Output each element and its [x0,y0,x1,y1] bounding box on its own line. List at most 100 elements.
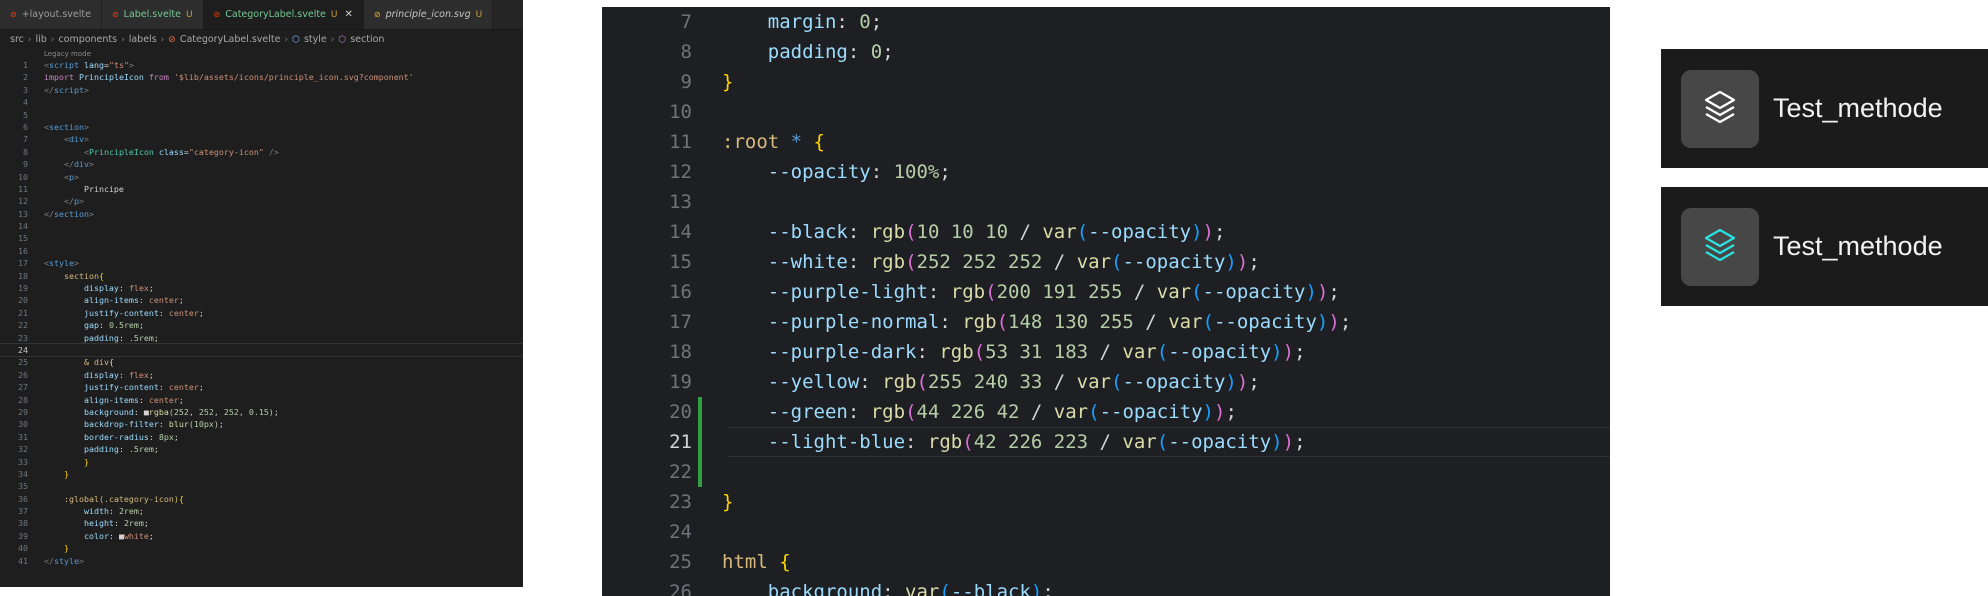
code-token: var [1168,311,1203,333]
code-line[interactable]: 25 html { [602,547,1610,577]
line-number: 14 [669,221,692,243]
editor-tab[interactable]: ⊘ principle_icon.svg U [363,0,494,29]
code-line[interactable]: 20 align-items: center; [0,294,523,306]
code-line[interactable]: 4 [0,96,523,108]
code-line[interactable]: 31 border-radius: 8px; [0,431,523,443]
code-token: ; [1294,431,1306,453]
code-line[interactable]: 15 --white: rgb(252 252 252 / var(--opac… [602,247,1610,277]
code-line[interactable]: 13 </section> [0,208,523,220]
breadcrumb-item[interactable]: lib [35,34,46,45]
code-line[interactable]: 15 [0,232,523,244]
code-line[interactable]: 38 height: 2rem; [0,517,523,529]
code-line[interactable]: 18 section{ [0,270,523,282]
middle-editor-panel[interactable]: 7 margin: 0; 8 padding: 0; 9} 10 11:root * {… [602,7,1610,596]
code-line[interactable]: 39 color: ■white; [0,530,523,542]
code-line[interactable]: 30 backdrop-filter: blur(10px); [0,418,523,430]
code-token: < [44,171,69,182]
code-token: { [108,357,114,368]
code-line[interactable]: 11 Principe [0,183,523,195]
code-line[interactable]: 20 --green: rgb(44 226 42 / var(--opacit… [602,397,1610,427]
code-line[interactable]: 37 width: 2rem; [0,505,523,517]
code-line[interactable]: 27 justify-content: center; [0,381,523,393]
code-line[interactable]: 19 --yellow: rgb(255 240 33 / var(--opac… [602,367,1610,397]
code-line[interactable]: 28 align-items: center; [0,394,523,406]
code-token: : [905,431,928,453]
code-line[interactable]: 21 --light-blue: rgb(42 226 223 / var(--… [602,427,1610,457]
code-line[interactable]: 3 </script> [0,84,523,96]
code-line[interactable]: 35 [0,480,523,492]
code-token: align-items [44,394,139,405]
code-line[interactable]: 17 --purple-normal: rgb(148 130 255 / va… [602,307,1610,337]
code-line[interactable]: 29 background: ■rgba(252, 252, 252, 0.15… [0,406,523,418]
code-line[interactable]: 17 <style> [0,257,523,269]
code-line[interactable]: 5 [0,109,523,121]
code-line[interactable]: 12 </p> [0,195,523,207]
code-token: ( [1076,221,1089,243]
code-line[interactable]: 34 } [0,468,523,480]
breadcrumb-item[interactable]: CategoryLabel.svelte [180,34,281,45]
breadcrumb-item[interactable]: section [350,34,384,45]
code-line[interactable]: 24 [0,342,523,358]
code-line[interactable]: 6 <section> [0,121,523,133]
code-line[interactable]: 23 padding: .5rem; [0,332,523,344]
code-token: </ [44,196,74,207]
line-number: 7 [23,134,28,145]
code-line[interactable]: 10 <p> [0,171,523,183]
editor-tab[interactable]: ⊘ +layout.svelte [0,0,102,29]
code-line[interactable]: 32 padding: .5rem; [0,443,523,455]
code-line[interactable]: 14 --black: rgb(10 10 10 / var(--opacity… [602,217,1610,247]
code-line[interactable]: 12 --opacity: 100%; [602,157,1610,187]
code-line[interactable]: 16 --purple-light: rgb(200 191 255 / var… [602,277,1610,307]
code-line[interactable]: 9} [602,67,1610,97]
code-line[interactable]: 7 <div> [0,133,523,145]
layers-icon [1704,228,1736,261]
modified-gutter-marker [698,487,702,517]
code-token: > [83,134,89,145]
code-line[interactable]: 9 </div> [0,158,523,170]
breadcrumb-item[interactable]: src [10,34,24,45]
code-line[interactable]: 18 --purple-dark: rgb(53 31 183 / var(--… [602,337,1610,367]
code-line[interactable]: 14 [0,220,523,232]
code-token: > [83,121,89,132]
code-line[interactable]: 40 } [0,542,523,554]
code-line[interactable]: 21 justify-content: center; [0,307,523,319]
code-line[interactable]: 22 [602,457,1610,487]
left-code-area[interactable]: 1 <script lang="ts"> 2 import PrincipleIcon… [0,59,523,567]
code-line[interactable]: 2 import PrincipleIcon from '$lib/assets/… [0,71,523,83]
code-token: from [148,72,169,83]
code-line[interactable]: 26 display: flex; [0,369,523,381]
editor-tab[interactable]: ⊘ Label.svelte U [101,0,204,29]
code-line[interactable]: 24 [602,517,1610,547]
code-token: rgb [962,311,997,333]
code-token: ( [1202,311,1214,333]
code-line[interactable]: 10 [602,97,1610,127]
breadcrumb-item[interactable]: style [304,34,327,45]
code-line[interactable]: 25 & div{ [0,356,523,368]
close-icon[interactable]: ✕ [345,9,353,20]
breadcrumb-item[interactable]: labels [129,34,157,45]
code-line[interactable]: 23} [602,487,1610,517]
line-number: 31 [18,431,28,442]
code-line[interactable]: 22 gap: 0.5rem; [0,319,523,331]
code-line[interactable]: 8 <PrincipleIcon class="category-icon" /… [0,146,523,158]
code-line[interactable]: 36 :global(.category-icon){ [0,493,523,505]
code-line[interactable]: 11:root * { [602,127,1610,157]
code-line[interactable]: 33 } [0,456,523,468]
code-token: { [178,493,184,504]
code-line[interactable]: 19 display: flex; [0,282,523,294]
code-line[interactable]: 1 <script lang="ts"> [0,59,523,71]
code-token: } [44,468,69,479]
code-token: : [847,41,871,63]
editor-tab[interactable]: ⊘ CategoryLabel.svelte U ✕ [203,0,364,29]
code-line[interactable]: 26 background: var(--black); [602,577,1610,596]
breadcrumb-item[interactable]: components [58,34,117,45]
code-line[interactable]: 7 margin: 0; [602,7,1610,37]
modified-gutter-marker [698,517,702,547]
code-token: 8px [158,431,174,442]
code-line[interactable]: 8 padding: 0; [602,37,1610,67]
code-line[interactable]: 13 [602,187,1610,217]
code-line[interactable]: 41 </style> [0,555,523,567]
code-line[interactable]: 16 [0,245,523,257]
code-token: ) [1030,581,1043,596]
code-token: PrincipleIcon [88,146,154,157]
